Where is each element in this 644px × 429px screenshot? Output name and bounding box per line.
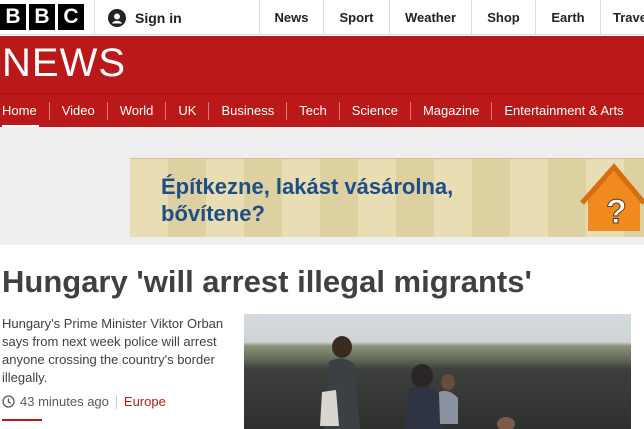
story-category-link[interactable]: Europe <box>124 394 166 409</box>
story-image[interactable] <box>244 314 631 429</box>
advert-zone: Építkezne, lakást vásárolna, bővítene? ? <box>0 127 644 245</box>
clock-icon <box>2 395 15 408</box>
question-mark-house-icon: ? <box>580 163 644 232</box>
advert-line-2: bővítene? <box>161 201 265 226</box>
section-nav-entertainment[interactable]: Entertainment & Arts <box>491 101 635 120</box>
logo-letter: C <box>58 4 84 30</box>
section-nav-magazine[interactable]: Magazine <box>409 101 491 120</box>
section-nav: Home Video World UK Business Tech Scienc… <box>0 93 644 128</box>
top-nav-news[interactable]: News <box>259 0 323 35</box>
news-title[interactable]: NEWS <box>2 41 126 86</box>
migrants-photo <box>320 336 515 429</box>
bbc-logo[interactable]: B B C <box>0 4 84 30</box>
signin-button[interactable]: Sign in <box>94 0 259 35</box>
section-nav-business[interactable]: Business <box>208 101 286 120</box>
top-nav-shop[interactable]: Shop <box>471 0 535 35</box>
meta-divider <box>115 394 117 409</box>
svg-text:?: ? <box>606 193 627 231</box>
top-nav-earth[interactable]: Earth <box>535 0 600 35</box>
story-time: 43 minutes ago <box>20 394 109 409</box>
section-nav-world[interactable]: World <box>106 101 166 120</box>
section-nav-uk[interactable]: UK <box>165 101 208 120</box>
signin-label: Sign in <box>135 9 182 26</box>
advert-line-1: Építkezne, lakást vásárolna, <box>161 174 454 199</box>
logo-letter: B <box>0 4 26 30</box>
top-nav-travel[interactable]: Trave <box>600 0 644 35</box>
top-nav-sport[interactable]: Sport <box>323 0 389 35</box>
logo-letter: B <box>29 4 55 30</box>
story-summary: Hungary's Prime Minister Viktor Orban sa… <box>2 316 224 385</box>
top-nav: News Sport Weather Shop Earth Trave <box>259 0 644 35</box>
story-meta: 43 minutes ago Europe <box>2 394 166 409</box>
top-nav-weather[interactable]: Weather <box>389 0 471 35</box>
advert-text: Építkezne, lakást vásárolna, bővítene? <box>161 173 453 227</box>
advert-banner[interactable]: Építkezne, lakást vásárolna, bővítene? ? <box>130 158 644 237</box>
user-icon <box>108 8 126 27</box>
top-bar: B B C Sign in News Sport Weather Shop Ea… <box>0 0 644 35</box>
section-nav-home[interactable]: Home <box>0 102 49 128</box>
story-headline[interactable]: Hungary 'will arrest illegal migrants' <box>2 264 532 300</box>
section-nav-video[interactable]: Video <box>48 101 107 120</box>
news-header: NEWS <box>0 36 644 93</box>
section-nav-tech[interactable]: Tech <box>286 101 338 120</box>
story-divider <box>2 419 42 421</box>
section-nav-science[interactable]: Science <box>338 101 410 120</box>
